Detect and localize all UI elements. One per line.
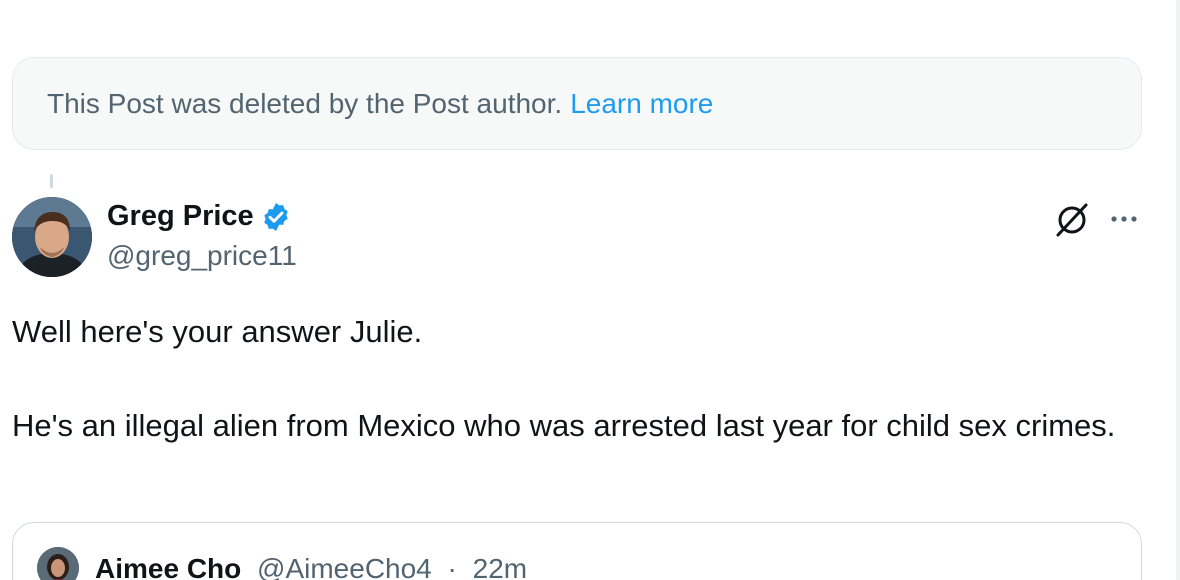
post-text-paragraph-2: He's an illegal alien from Mexico who wa… — [12, 408, 1116, 443]
author-name-text: Greg Price — [107, 200, 254, 232]
grok-icon[interactable] — [1052, 200, 1092, 240]
scrollbar[interactable] — [1176, 0, 1180, 580]
quoted-post[interactable]: Aimee Cho @AimeeCho4 · 22m — [12, 522, 1142, 580]
quoted-post-header: Aimee Cho @AimeeCho4 · 22m — [95, 553, 527, 580]
author-name[interactable]: Greg Price — [107, 200, 292, 233]
quoted-timestamp[interactable]: 22m — [473, 553, 527, 580]
learn-more-link[interactable]: Learn more — [570, 88, 713, 120]
post-thread-view: This Post was deleted by the Post author… — [0, 0, 1180, 580]
quoted-avatar[interactable] — [37, 547, 79, 580]
avatar-image — [12, 197, 92, 277]
quoted-author-name[interactable]: Aimee Cho — [95, 553, 241, 580]
quoted-author-handle[interactable]: @AimeeCho4 — [257, 553, 432, 580]
more-options-icon[interactable] — [1106, 204, 1142, 234]
verified-badge-icon[interactable] — [260, 201, 292, 233]
thread-connector-line — [50, 174, 53, 188]
deleted-notice-text: This Post was deleted by the Post author… — [47, 87, 563, 119]
quoted-separator: · — [447, 553, 457, 580]
post-text: Well here's your answer Julie. He's an i… — [12, 309, 1152, 449]
deleted-post-notice: This Post was deleted by the Post author… — [12, 57, 1142, 150]
avatar[interactable] — [12, 197, 92, 277]
quoted-avatar-image — [37, 547, 79, 580]
post-text-paragraph-1: Well here's your answer Julie. — [12, 314, 423, 349]
author-handle[interactable]: @greg_price11 — [107, 240, 297, 272]
